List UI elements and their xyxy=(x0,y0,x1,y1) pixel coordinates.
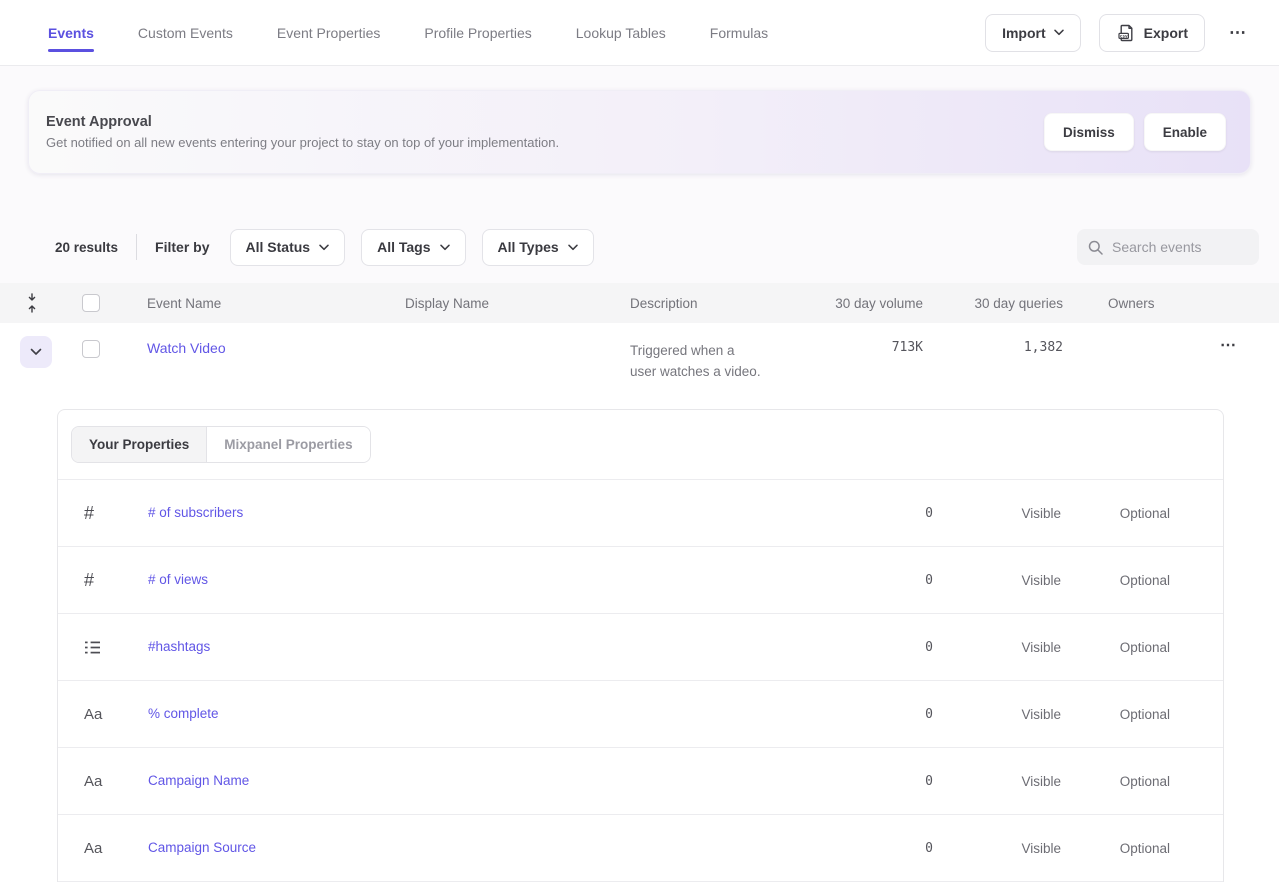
tab-formulas[interactable]: Formulas xyxy=(710,0,768,65)
column-queries: 30 day queries xyxy=(923,296,1063,311)
property-requirement: Optional xyxy=(1061,707,1170,722)
search-input[interactable] xyxy=(1112,239,1279,255)
property-visibility: Visible xyxy=(933,774,1061,789)
property-row: #hashtags 0 Visible Optional xyxy=(58,614,1223,681)
property-visibility: Visible xyxy=(933,841,1061,856)
types-filter-dropdown[interactable]: All Types xyxy=(482,229,594,266)
import-button-label: Import xyxy=(1002,25,1046,41)
property-row: # # of views 0 Visible Optional xyxy=(58,547,1223,614)
events-table-header: Event Name Display Name Description 30 d… xyxy=(0,283,1279,323)
number-icon: # xyxy=(84,503,94,524)
properties-tab-control: Your Properties Mixpanel Properties xyxy=(71,426,371,463)
queries-value: 1,382 xyxy=(923,340,1063,355)
chevron-down-icon xyxy=(319,244,329,251)
expanded-panel-area: Your Properties Mixpanel Properties # # … xyxy=(0,401,1279,882)
event-name-link[interactable]: Watch Video xyxy=(147,340,226,356)
banner-description: Get notified on all new events entering … xyxy=(46,135,559,150)
types-filter-value: All Types xyxy=(498,239,559,255)
property-value: 0 xyxy=(823,841,933,856)
enable-button[interactable]: Enable xyxy=(1144,113,1226,151)
property-visibility: Visible xyxy=(933,506,1061,521)
property-value: 0 xyxy=(823,640,933,655)
text-icon: Aa xyxy=(84,840,102,857)
divider xyxy=(136,234,137,260)
property-name-link[interactable]: % complete xyxy=(148,706,219,721)
volume-value: 713K xyxy=(795,340,923,355)
export-button-label: Export xyxy=(1144,25,1188,41)
banner-title: Event Approval xyxy=(46,114,559,130)
upper-section: Event Approval Get notified on all new e… xyxy=(0,66,1279,283)
property-requirement: Optional xyxy=(1061,573,1170,588)
select-all-checkbox[interactable] xyxy=(82,294,100,312)
property-visibility: Visible xyxy=(933,640,1061,655)
list-icon xyxy=(84,640,101,655)
event-row-watch-video: Watch Video Triggered when a user watche… xyxy=(0,323,1279,401)
property-value: 0 xyxy=(823,573,933,588)
tags-filter-dropdown[interactable]: All Tags xyxy=(361,229,465,266)
property-row: Aa Campaign Source 0 Visible Optional xyxy=(58,815,1223,882)
row-checkbox[interactable] xyxy=(82,340,100,358)
property-name-link[interactable]: Campaign Source xyxy=(148,840,256,855)
dismiss-button[interactable]: Dismiss xyxy=(1044,113,1134,151)
property-requirement: Optional xyxy=(1061,841,1170,856)
tab-profile-properties[interactable]: Profile Properties xyxy=(424,0,531,65)
tab-events[interactable]: Events xyxy=(48,0,94,65)
property-row: Aa Campaign Name 0 Visible Optional xyxy=(58,748,1223,815)
tags-filter-value: All Tags xyxy=(377,239,430,255)
tab-mixpanel-properties[interactable]: Mixpanel Properties xyxy=(206,427,369,462)
filter-by-label: Filter by xyxy=(155,239,209,255)
properties-panel: Your Properties Mixpanel Properties # # … xyxy=(57,409,1224,882)
svg-text:csv: csv xyxy=(1119,34,1127,39)
event-description: Triggered when a user watches a video. xyxy=(605,340,763,382)
collapse-all-icon[interactable] xyxy=(0,293,64,313)
export-button[interactable]: csv Export xyxy=(1099,14,1205,52)
property-requirement: Optional xyxy=(1061,506,1170,521)
property-value: 0 xyxy=(823,707,933,722)
text-icon: Aa xyxy=(84,773,102,790)
import-button[interactable]: Import xyxy=(985,14,1081,52)
property-visibility: Visible xyxy=(933,573,1061,588)
csv-file-icon: csv xyxy=(1116,23,1136,43)
row-more-options-button[interactable]: ⋯ xyxy=(1215,335,1237,355)
property-value: 0 xyxy=(823,774,933,789)
property-visibility: Visible xyxy=(933,707,1061,722)
column-volume: 30 day volume xyxy=(795,296,923,311)
column-description: Description xyxy=(605,296,795,311)
search-events-box xyxy=(1077,229,1259,265)
event-approval-banner: Event Approval Get notified on all new e… xyxy=(28,90,1251,174)
property-name-link[interactable]: # of subscribers xyxy=(148,505,243,520)
property-name-link[interactable]: # of views xyxy=(148,572,208,587)
number-icon: # xyxy=(84,570,94,591)
chevron-down-icon xyxy=(1054,29,1064,36)
chevron-down-icon xyxy=(568,244,578,251)
column-display-name: Display Name xyxy=(380,296,605,311)
property-row: Aa % complete 0 Visible Optional xyxy=(58,681,1223,748)
tab-your-properties[interactable]: Your Properties xyxy=(72,427,206,462)
results-count: 20 results xyxy=(55,240,118,255)
column-owners: Owners xyxy=(1063,296,1215,311)
tab-custom-events[interactable]: Custom Events xyxy=(138,0,233,65)
property-requirement: Optional xyxy=(1061,640,1170,655)
tab-event-properties[interactable]: Event Properties xyxy=(277,0,381,65)
tab-lookup-tables[interactable]: Lookup Tables xyxy=(576,0,666,65)
search-icon xyxy=(1087,239,1104,256)
top-navigation-bar: Events Custom Events Event Properties Pr… xyxy=(0,0,1279,66)
property-name-link[interactable]: #hashtags xyxy=(148,639,210,654)
status-filter-value: All Status xyxy=(246,239,311,255)
collapse-row-button[interactable] xyxy=(20,336,52,368)
column-event-name: Event Name xyxy=(120,296,380,311)
property-row: # # of subscribers 0 Visible Optional xyxy=(58,480,1223,547)
properties-panel-header: Your Properties Mixpanel Properties xyxy=(58,410,1223,480)
text-icon: Aa xyxy=(84,706,102,723)
chevron-down-icon xyxy=(440,244,450,251)
nav-tabs: Events Custom Events Event Properties Pr… xyxy=(48,0,768,65)
property-name-link[interactable]: Campaign Name xyxy=(148,773,249,788)
filter-toolbar: 20 results Filter by All Status All Tags… xyxy=(55,228,1259,266)
status-filter-dropdown[interactable]: All Status xyxy=(230,229,346,266)
property-value: 0 xyxy=(823,506,933,521)
property-requirement: Optional xyxy=(1061,774,1170,789)
more-options-button[interactable]: ⋯ xyxy=(1223,19,1253,47)
